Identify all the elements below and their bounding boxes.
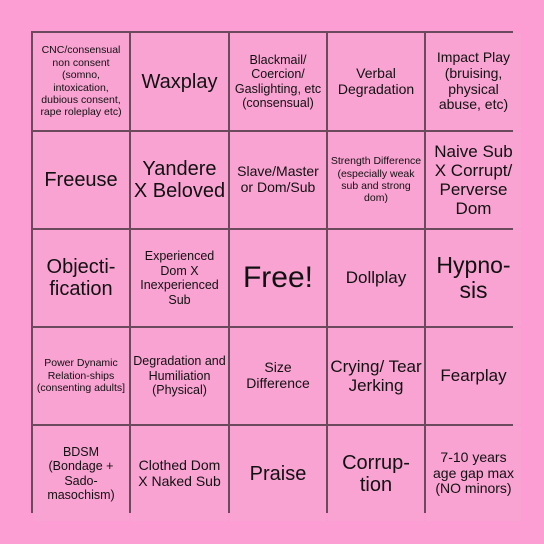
bingo-card-grid: CNC/consensual non consent (somno, intox… [31,31,521,521]
bingo-cell[interactable]: Freeuse [33,132,129,228]
bingo-cell[interactable]: Verbal Degradation [328,33,424,130]
bingo-cell[interactable]: Impact Play (bruising, physical abuse, e… [426,33,521,130]
bingo-cell[interactable]: Yandere X Beloved [131,132,228,228]
bingo-cell[interactable]: Size Difference [230,328,326,424]
bingo-cell[interactable]: CNC/consensual non consent (somno, intox… [33,33,129,130]
bingo-cell-free-space[interactable]: Free! [230,230,326,326]
bingo-cell[interactable]: Crying/ Tear Jerking [328,328,424,424]
bingo-cell[interactable]: Naive Sub X Corrupt/ Perverse Dom [426,132,521,228]
bingo-cell[interactable]: Blackmail/ Coercion/ Gaslighting, etc (c… [230,33,326,130]
bingo-cell[interactable]: Clothed Dom X Naked Sub [131,426,228,521]
bingo-cell[interactable]: Dollplay [328,230,424,326]
bingo-cell[interactable]: Power Dynamic Relation-ships (consenting… [33,328,129,424]
bingo-cell[interactable]: BDSM (Bondage + Sado-masochism) [33,426,129,521]
bingo-cell[interactable]: Hypno-sis [426,230,521,326]
bingo-cell[interactable]: Degradation and Humiliation (Physical) [131,328,228,424]
bingo-cell[interactable]: Praise [230,426,326,521]
bingo-cell[interactable]: Fearplay [426,328,521,424]
bingo-cell[interactable]: 7-10 years age gap max (NO minors) [426,426,521,521]
bingo-cell[interactable]: Strength Difference (especially weak sub… [328,132,424,228]
bingo-cell[interactable]: Slave/Master or Dom/Sub [230,132,326,228]
bingo-cell[interactable]: Objecti-fication [33,230,129,326]
bingo-cell[interactable]: Experienced Dom X Inexperienced Sub [131,230,228,326]
bingo-cell[interactable]: Corrup-tion [328,426,424,521]
bingo-cell[interactable]: Waxplay [131,33,228,130]
